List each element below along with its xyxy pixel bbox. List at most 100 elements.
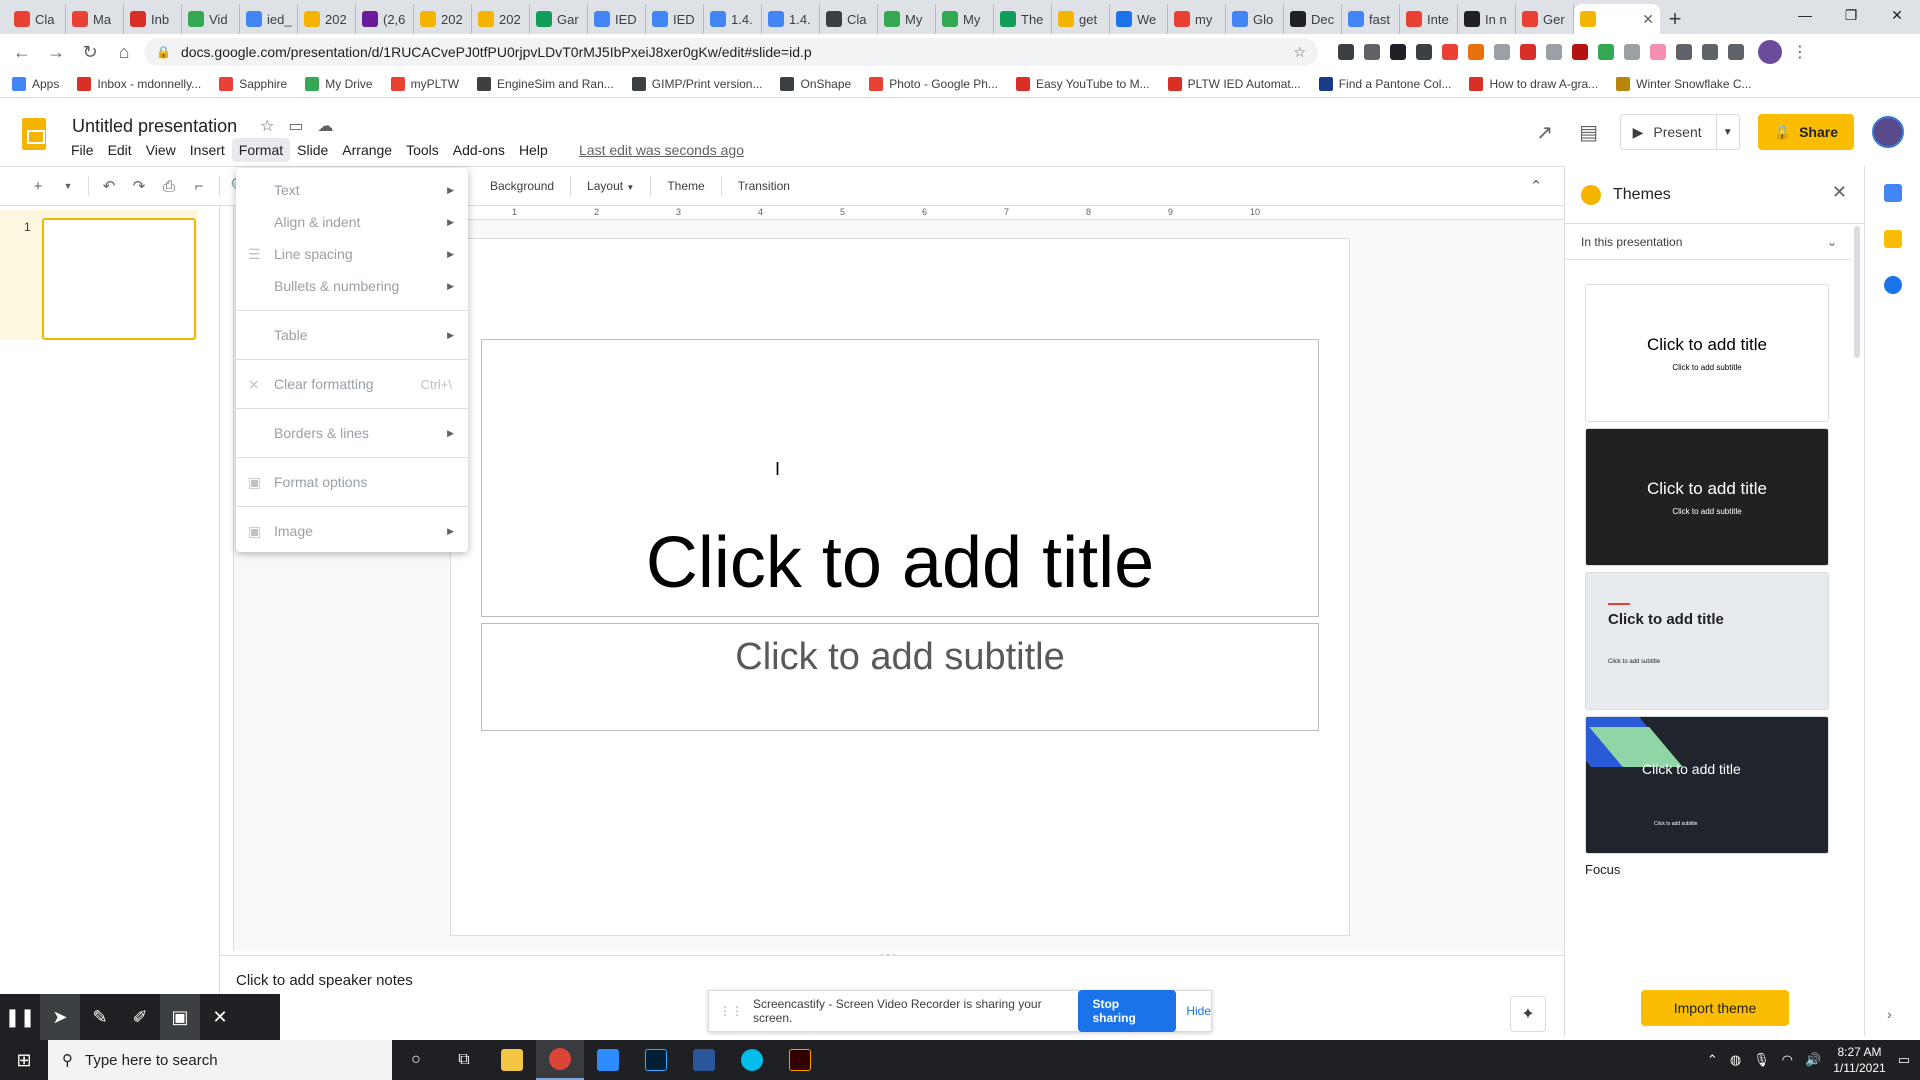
extension-icon[interactable] xyxy=(1598,44,1614,60)
browser-tab[interactable]: We xyxy=(1110,4,1168,34)
cortana-icon[interactable]: ○ xyxy=(392,1040,440,1080)
browser-tab[interactable]: Cla xyxy=(8,4,66,34)
microphone-icon[interactable]: 🎙 xyxy=(1753,1052,1770,1068)
comments-icon[interactable]: ▤ xyxy=(1576,120,1602,145)
menu-tools[interactable]: Tools xyxy=(399,138,446,162)
extension-icon[interactable] xyxy=(1572,44,1588,60)
menu-view[interactable]: View xyxy=(139,138,183,162)
wifi-icon[interactable]: ◠ xyxy=(1782,1052,1793,1068)
extension-icon[interactable] xyxy=(1624,44,1640,60)
bookmark-item[interactable]: myPLTW xyxy=(390,76,459,91)
clock[interactable]: 8:27 AM 1/11/2021 xyxy=(1833,1044,1886,1076)
browser-tab[interactable]: my xyxy=(1168,4,1226,34)
new-slide-dropdown-icon[interactable]: ▼ xyxy=(58,181,78,191)
volume-icon[interactable]: 🔊 xyxy=(1805,1052,1821,1068)
format-menu-item[interactable]: Table ▶ xyxy=(236,319,468,351)
print-icon[interactable]: ⎙ xyxy=(159,178,179,195)
slide[interactable]: Click to add title Click to add subtitle… xyxy=(450,238,1350,936)
activity-trend-icon[interactable]: ↗ xyxy=(1532,120,1558,145)
cloud-saved-icon[interactable]: ☁ xyxy=(317,116,333,136)
calendar-icon[interactable] xyxy=(1884,184,1902,202)
reading-list-icon[interactable] xyxy=(1728,44,1744,60)
minimize-icon[interactable]: — xyxy=(1782,0,1828,30)
theme-card[interactable]: Click to add title Click to add subtitle xyxy=(1585,716,1829,854)
menu-arrange[interactable]: Arrange xyxy=(335,138,399,162)
browser-tab[interactable]: Inte xyxy=(1400,4,1458,34)
layout-button[interactable]: Layout ▼ xyxy=(581,179,640,193)
keep-icon[interactable] xyxy=(1884,230,1902,248)
back-icon[interactable]: ← xyxy=(8,38,36,66)
maximize-icon[interactable]: ❐ xyxy=(1828,0,1874,30)
extension-icon[interactable] xyxy=(1650,44,1666,60)
theme-card[interactable]: Click to add title Click to add subtitle xyxy=(1585,428,1829,566)
menu-slide[interactable]: Slide xyxy=(290,138,335,162)
bookmark-item[interactable]: My Drive xyxy=(305,76,373,91)
bookmark-item[interactable]: PLTW IED Automat... xyxy=(1167,76,1301,91)
browser-tab[interactable]: ied_ xyxy=(240,4,298,34)
browser-tab[interactable]: 202 xyxy=(472,4,530,34)
browser-tab[interactable]: IED xyxy=(646,4,704,34)
browser-tab[interactable]: My xyxy=(878,4,936,34)
extension-icon[interactable] xyxy=(1442,44,1458,60)
browser-tab[interactable]: Cla xyxy=(820,4,878,34)
notifications-icon[interactable]: ▭ xyxy=(1898,1052,1910,1068)
stop-sharing-button[interactable]: Stop sharing xyxy=(1078,990,1177,1032)
format-menu-item[interactable]: Text ▶ xyxy=(236,174,468,206)
close-tab-icon[interactable]: ✕ xyxy=(1642,11,1654,28)
bookmark-star-icon[interactable]: ☆ xyxy=(1293,44,1306,61)
bookmark-item[interactable]: Winter Snowflake C... xyxy=(1616,76,1752,91)
extension-icon[interactable] xyxy=(1416,44,1432,60)
slides-logo-icon[interactable] xyxy=(22,118,46,150)
bookmark-item[interactable]: GIMP/Print version... xyxy=(631,76,762,91)
illustrator-icon[interactable] xyxy=(776,1040,824,1080)
cursor-tool-icon[interactable]: ➤ xyxy=(40,994,80,1040)
browser-tab[interactable]: Ger xyxy=(1516,4,1574,34)
account-avatar[interactable] xyxy=(1872,116,1904,148)
chrome-icon[interactable] xyxy=(536,1040,584,1080)
transition-button[interactable]: Transition xyxy=(732,179,796,193)
extension-icon[interactable] xyxy=(1676,44,1692,60)
themes-scrollbar[interactable] xyxy=(1854,226,1860,358)
format-menu-item[interactable]: ☰ Line spacing ▶ xyxy=(236,238,468,270)
browser-tab[interactable]: fast xyxy=(1342,4,1400,34)
bookmark-item[interactable]: Find a Pantone Col... xyxy=(1318,76,1451,91)
bookmark-item[interactable]: Easy YouTube to M... xyxy=(1015,76,1150,91)
puzzle-icon[interactable] xyxy=(1702,44,1718,60)
bookmark-item[interactable]: EngineSim and Ran... xyxy=(477,76,614,91)
browser-tab[interactable]: My xyxy=(936,4,994,34)
drag-handle-icon[interactable]: ⋮⋮ xyxy=(719,1004,743,1018)
extension-icon[interactable] xyxy=(1546,44,1562,60)
reload-icon[interactable]: ↻ xyxy=(76,38,104,66)
menu-format[interactable]: Format xyxy=(231,138,291,162)
network-icon[interactable]: ◍ xyxy=(1730,1052,1741,1068)
new-slide-icon[interactable]: + xyxy=(28,178,48,195)
windows-start-icon[interactable]: ⊞ xyxy=(0,1040,48,1080)
task-view-icon[interactable]: ⧉ xyxy=(440,1040,488,1080)
browser-tab[interactable]: 1.4. xyxy=(762,4,820,34)
format-menu-item[interactable]: Bullets & numbering ▶ xyxy=(236,270,468,302)
menu-file[interactable]: File xyxy=(64,138,101,162)
share-button[interactable]: 🔒 Share xyxy=(1757,114,1854,150)
extension-icon[interactable] xyxy=(1364,44,1380,60)
highlighter-icon[interactable]: ✐ xyxy=(120,994,160,1040)
bookmark-item[interactable]: Inbox - mdonnelly... xyxy=(77,76,201,91)
bookmark-item[interactable]: OnShape xyxy=(780,76,851,91)
menu-insert[interactable]: Insert xyxy=(183,138,232,162)
subtitle-placeholder[interactable]: Click to add subtitle xyxy=(481,623,1319,731)
browser-tab[interactable]: Inb xyxy=(124,4,182,34)
format-menu-item[interactable]: Borders & lines ▶ xyxy=(236,417,468,449)
theme-card[interactable]: Click to add title Click to add subtitle xyxy=(1585,572,1829,710)
menu-help[interactable]: Help xyxy=(512,138,555,162)
menu-addons[interactable]: Add-ons xyxy=(446,138,512,162)
format-menu-item[interactable]: ⨯ Clear formatting Ctrl+\ xyxy=(236,368,468,400)
explore-button[interactable]: ✦ xyxy=(1510,996,1546,1032)
cisco-webex-icon[interactable] xyxy=(728,1040,776,1080)
import-theme-button[interactable]: Import theme xyxy=(1641,990,1789,1026)
star-icon[interactable]: ☆ xyxy=(260,116,274,136)
present-dropdown-icon[interactable]: ▼ xyxy=(1717,127,1739,138)
menu-edit[interactable]: Edit xyxy=(101,138,139,162)
close-icon[interactable]: ✕ xyxy=(200,994,240,1040)
browser-tab[interactable]: Vid xyxy=(182,4,240,34)
browser-tab[interactable]: Dec xyxy=(1284,4,1342,34)
paint-format-icon[interactable]: ⌐ xyxy=(189,178,209,195)
